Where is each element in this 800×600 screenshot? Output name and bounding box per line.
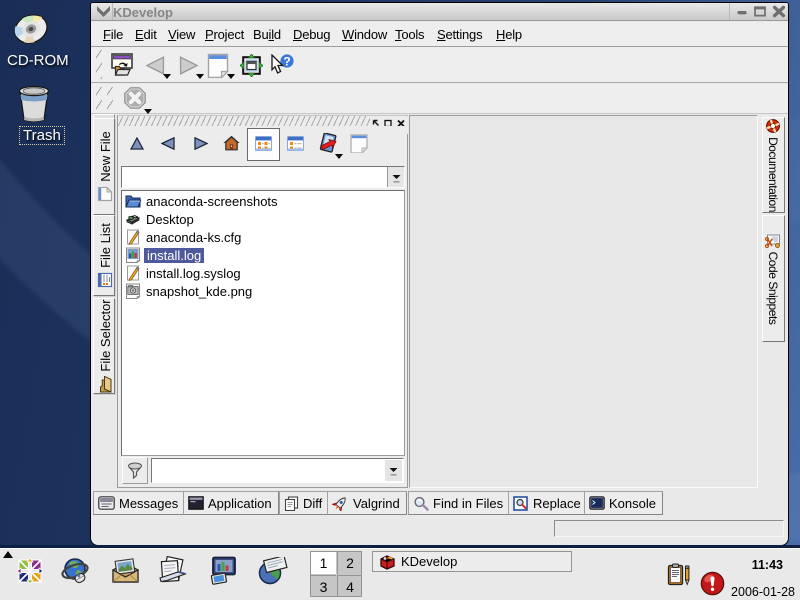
svg-text:?: ?: [283, 54, 290, 68]
